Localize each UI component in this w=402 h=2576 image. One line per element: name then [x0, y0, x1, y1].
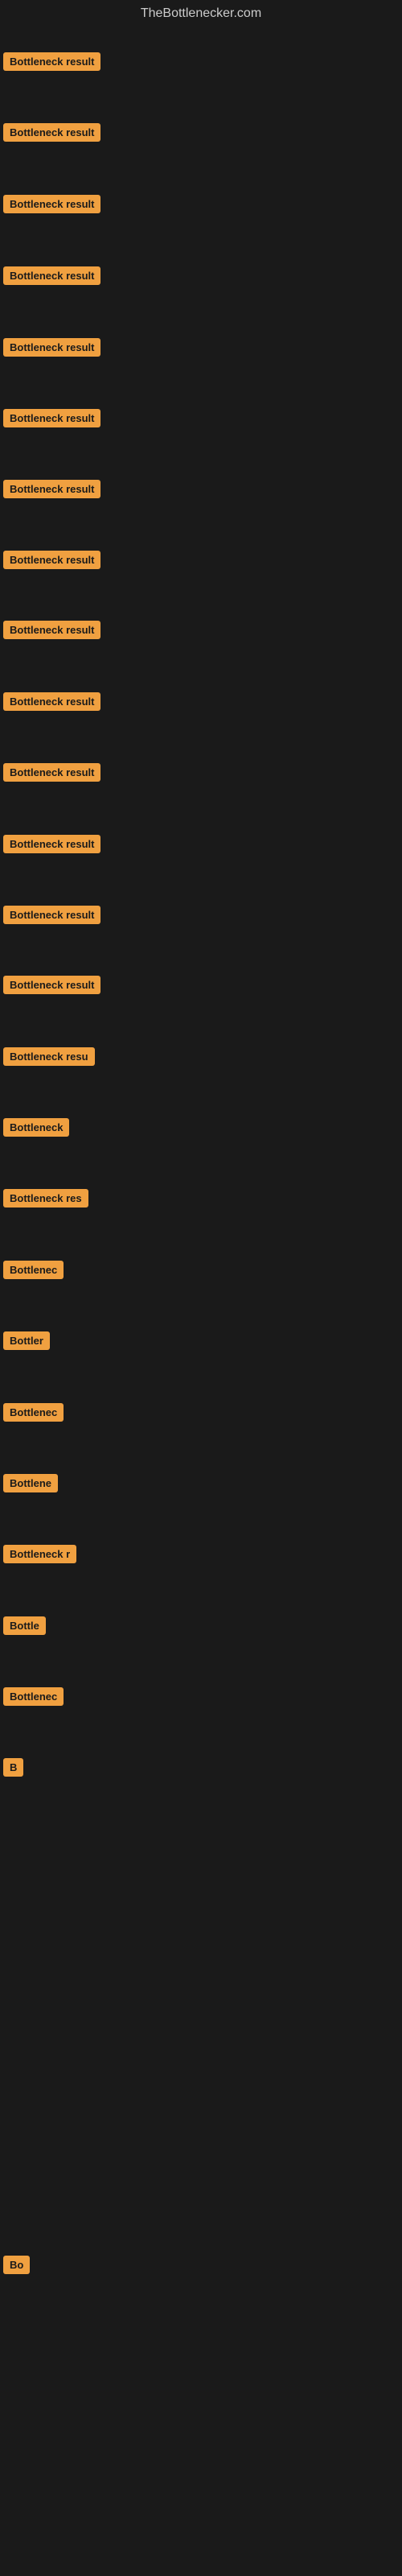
- bottleneck-item-23[interactable]: Bottle: [3, 1616, 46, 1639]
- bottleneck-badge-20[interactable]: Bottlenec: [3, 1403, 64, 1422]
- bottleneck-item-15[interactable]: Bottleneck resu: [3, 1047, 95, 1070]
- bottleneck-item-10[interactable]: Bottleneck result: [3, 692, 100, 715]
- bottleneck-item-19[interactable]: Bottler: [3, 1331, 50, 1354]
- bottleneck-item-21[interactable]: Bottlene: [3, 1474, 58, 1496]
- bottleneck-item-5[interactable]: Bottleneck result: [3, 338, 100, 361]
- bottleneck-badge-5[interactable]: Bottleneck result: [3, 338, 100, 357]
- bottleneck-badge-7[interactable]: Bottleneck result: [3, 480, 100, 498]
- bottleneck-item-22[interactable]: Bottleneck r: [3, 1545, 76, 1567]
- bottleneck-item-8[interactable]: Bottleneck result: [3, 551, 100, 573]
- bottleneck-item-25[interactable]: B: [3, 1758, 23, 1781]
- bottleneck-badge-14[interactable]: Bottleneck result: [3, 976, 100, 994]
- bottleneck-badge-24[interactable]: Bottlenec: [3, 1687, 64, 1706]
- bottleneck-badge-21[interactable]: Bottlene: [3, 1474, 58, 1492]
- bottleneck-item-11[interactable]: Bottleneck result: [3, 763, 100, 786]
- bottleneck-badge-23[interactable]: Bottle: [3, 1616, 46, 1635]
- bottleneck-badge-16[interactable]: Bottleneck: [3, 1118, 69, 1137]
- bottleneck-badge-19[interactable]: Bottler: [3, 1331, 50, 1350]
- bottleneck-badge-3[interactable]: Bottleneck result: [3, 195, 100, 213]
- bottleneck-badge-25[interactable]: B: [3, 1758, 23, 1777]
- bottleneck-badge-30[interactable]: Bo: [3, 2256, 30, 2274]
- bottleneck-badge-17[interactable]: Bottleneck res: [3, 1189, 88, 1208]
- bottleneck-badge-2[interactable]: Bottleneck result: [3, 123, 100, 142]
- bottleneck-badge-12[interactable]: Bottleneck result: [3, 835, 100, 853]
- bottleneck-item-18[interactable]: Bottlenec: [3, 1261, 64, 1283]
- site-title-bar: TheBottlenecker.com: [0, 0, 402, 31]
- bottleneck-badge-22[interactable]: Bottleneck r: [3, 1545, 76, 1563]
- site-title: TheBottlenecker.com: [0, 0, 402, 31]
- bottleneck-item-4[interactable]: Bottleneck result: [3, 266, 100, 289]
- items-container: Bottleneck result Bottleneck result Bottle…: [0, 31, 402, 2574]
- bottleneck-item-14[interactable]: Bottleneck result: [3, 976, 100, 998]
- bottleneck-item-1[interactable]: Bottleneck result: [3, 52, 100, 75]
- bottleneck-item-3[interactable]: Bottleneck result: [3, 195, 100, 217]
- bottleneck-badge-8[interactable]: Bottleneck result: [3, 551, 100, 569]
- bottleneck-item-17[interactable]: Bottleneck res: [3, 1189, 88, 1212]
- bottleneck-item-16[interactable]: Bottleneck: [3, 1118, 69, 1141]
- bottleneck-badge-11[interactable]: Bottleneck result: [3, 763, 100, 782]
- bottleneck-badge-1[interactable]: Bottleneck result: [3, 52, 100, 71]
- bottleneck-item-7[interactable]: Bottleneck result: [3, 480, 100, 502]
- bottleneck-badge-15[interactable]: Bottleneck resu: [3, 1047, 95, 1066]
- bottleneck-item-9[interactable]: Bottleneck result: [3, 621, 100, 643]
- bottleneck-item-12[interactable]: Bottleneck result: [3, 835, 100, 857]
- bottleneck-badge-6[interactable]: Bottleneck result: [3, 409, 100, 427]
- bottleneck-item-24[interactable]: Bottlenec: [3, 1687, 64, 1710]
- bottleneck-item-13[interactable]: Bottleneck result: [3, 906, 100, 928]
- bottleneck-badge-9[interactable]: Bottleneck result: [3, 621, 100, 639]
- bottleneck-item-2[interactable]: Bottleneck result: [3, 123, 100, 146]
- bottleneck-item-6[interactable]: Bottleneck result: [3, 409, 100, 431]
- bottleneck-item-20[interactable]: Bottlenec: [3, 1403, 64, 1426]
- bottleneck-badge-4[interactable]: Bottleneck result: [3, 266, 100, 285]
- bottleneck-badge-13[interactable]: Bottleneck result: [3, 906, 100, 924]
- bottleneck-badge-10[interactable]: Bottleneck result: [3, 692, 100, 711]
- bottleneck-item-30[interactable]: Bo: [3, 2256, 30, 2278]
- bottleneck-badge-18[interactable]: Bottlenec: [3, 1261, 64, 1279]
